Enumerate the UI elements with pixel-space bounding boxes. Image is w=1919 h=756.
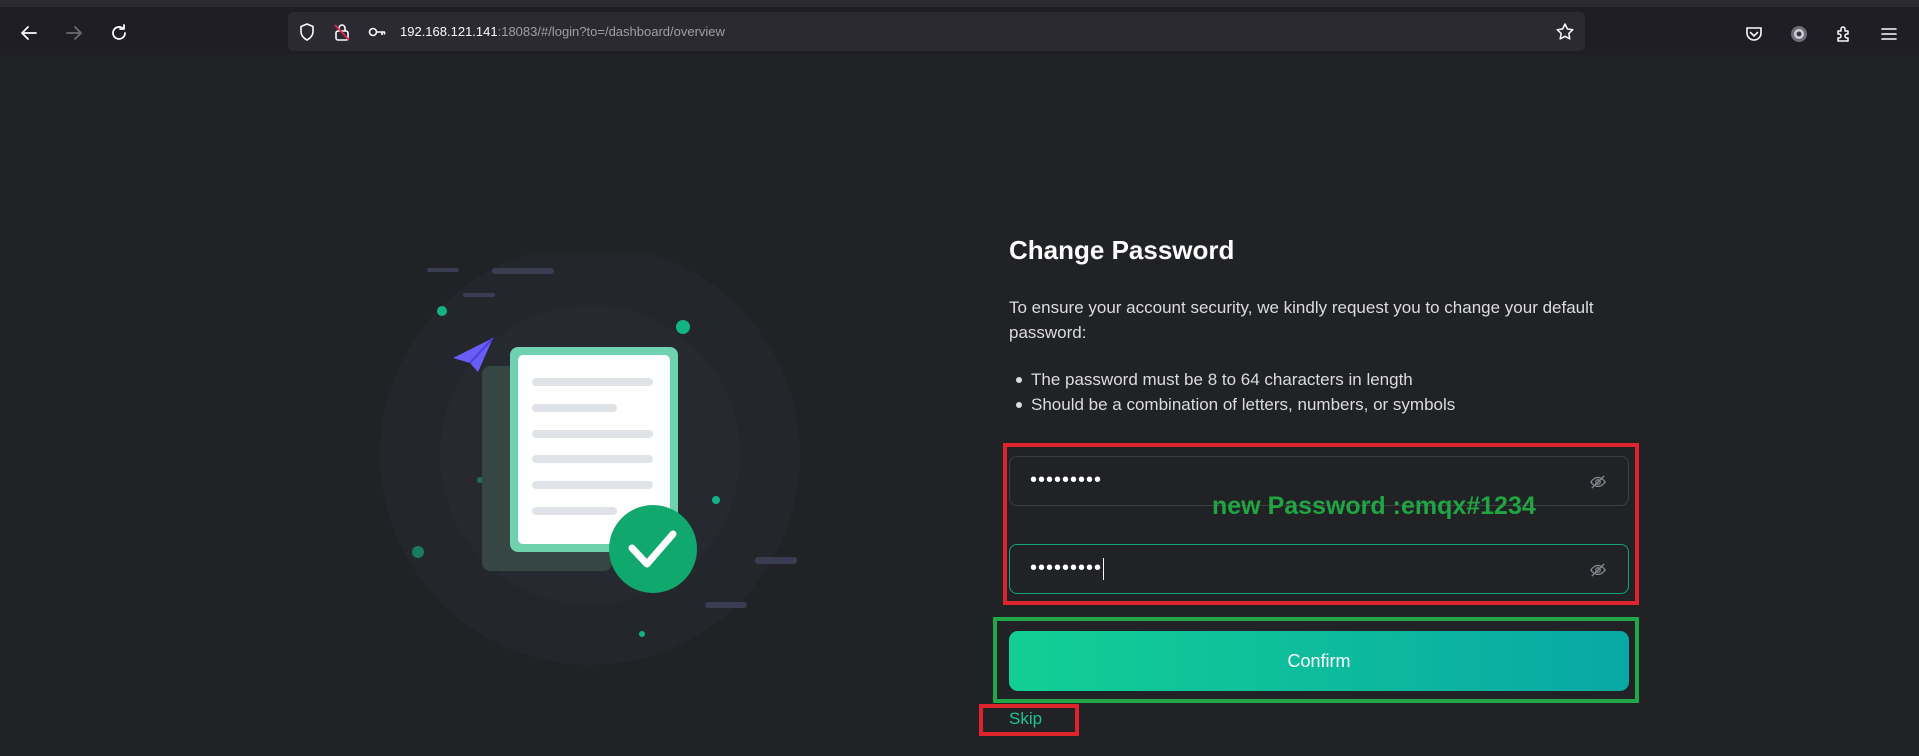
skip-link[interactable]: Skip: [1009, 709, 1042, 729]
confirm-button[interactable]: Confirm: [1009, 631, 1629, 691]
url-text[interactable]: 192.168.121.141:18083/#/login?to=/dashbo…: [400, 24, 725, 39]
password-rule: Should be a combination of letters, numb…: [1015, 392, 1455, 417]
description-text: To ensure your account security, we kind…: [1009, 298, 1594, 342]
forward-arrow-icon: [66, 26, 82, 40]
change-password-illustration: [380, 255, 800, 665]
browser-toolbar: 192.168.121.141:18083/#/login?to=/dashbo…: [0, 0, 1919, 55]
account-icon[interactable]: [1786, 21, 1812, 47]
password-rules-list: The password must be 8 to 64 characters …: [1015, 367, 1455, 417]
pocket-icon[interactable]: [1741, 21, 1767, 47]
key-icon[interactable]: [366, 21, 388, 43]
page-title: Change Password: [1009, 235, 1235, 265]
hamburger-menu-icon[interactable]: [1876, 21, 1902, 47]
page-content: Change Password To ensure your account s…: [0, 55, 1919, 756]
new-password-value[interactable]: •••••••••: [1030, 469, 1102, 492]
back-button[interactable]: [13, 17, 45, 49]
back-arrow-icon: [21, 26, 37, 40]
forward-button[interactable]: [58, 17, 90, 49]
shield-icon[interactable]: [296, 21, 318, 43]
puzzle-icon[interactable]: [1831, 21, 1857, 47]
star-icon[interactable]: [1554, 21, 1576, 43]
eye-slash-icon[interactable]: [1588, 473, 1608, 491]
confirm-password-value[interactable]: •••••••••: [1030, 557, 1105, 580]
password-annotation: new Password :emqx#1234: [1212, 492, 1536, 520]
address-bar[interactable]: 192.168.121.141:18083/#/login?to=/dashbo…: [288, 12, 1585, 51]
reload-icon: [112, 24, 126, 40]
password-rule: The password must be 8 to 64 characters …: [1015, 367, 1455, 392]
reload-button[interactable]: [103, 17, 135, 49]
lock-icon[interactable]: [331, 21, 353, 43]
eye-slash-icon[interactable]: [1588, 561, 1608, 579]
confirm-password-field[interactable]: •••••••••: [1009, 544, 1629, 594]
